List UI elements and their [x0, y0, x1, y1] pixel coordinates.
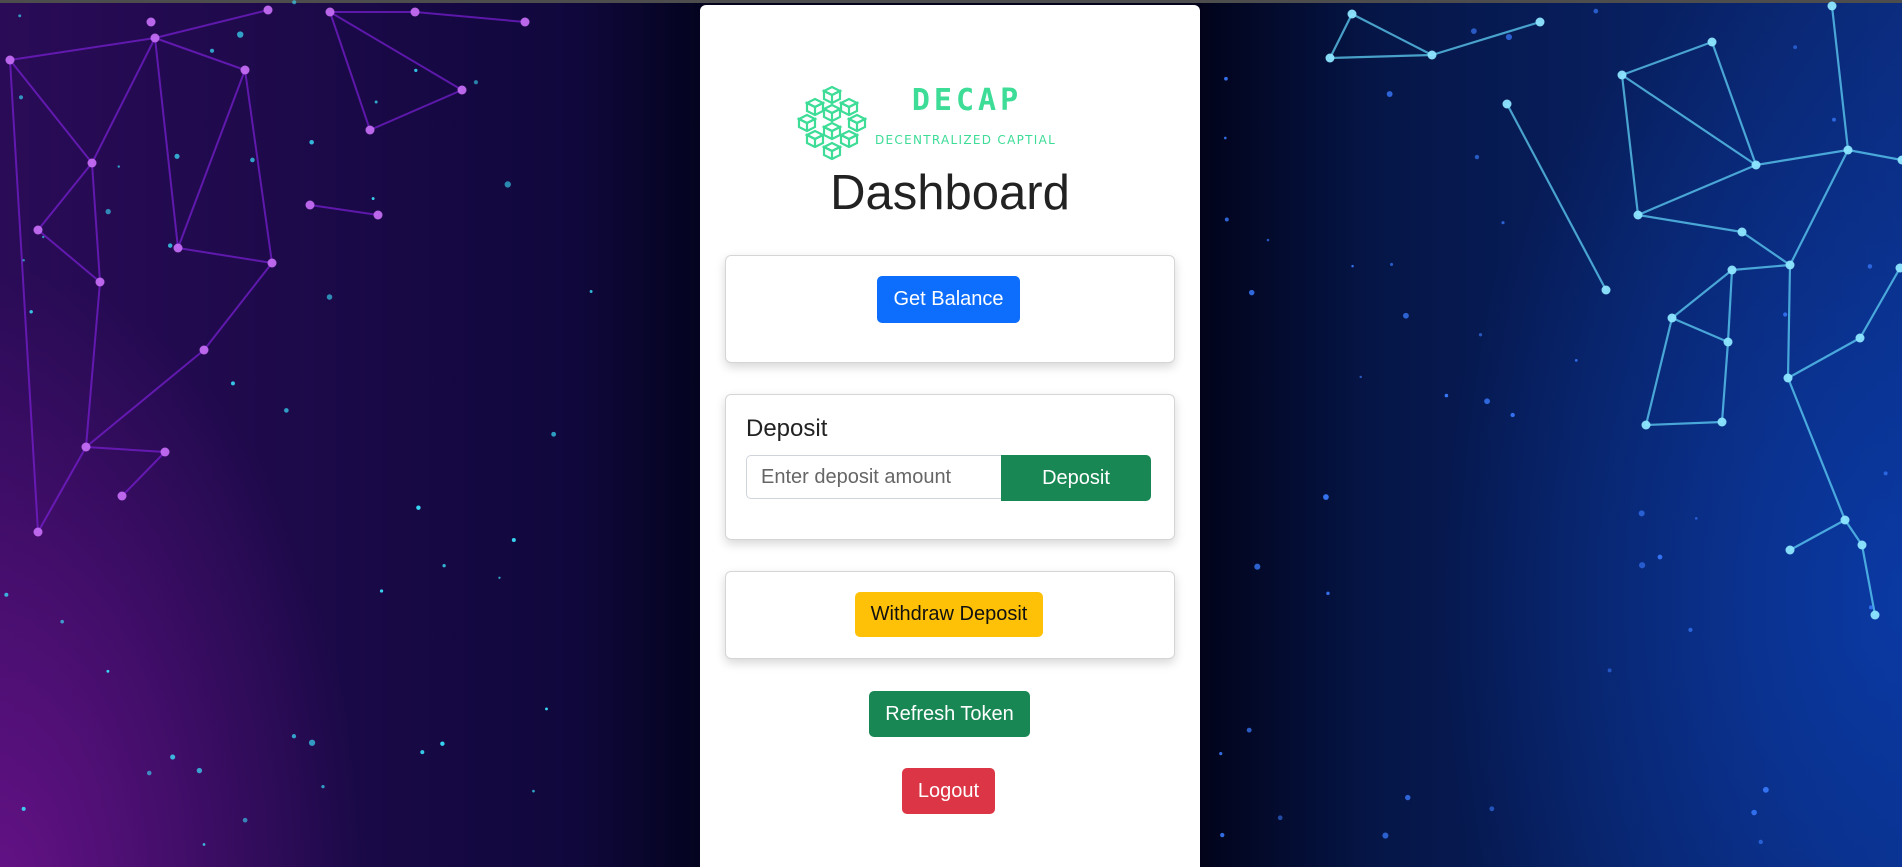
page-title: Dashboard [830, 166, 1070, 220]
logout-button[interactable]: Logout [902, 768, 995, 814]
brand-name: DECAP [911, 83, 1023, 118]
get-balance-button[interactable]: Get Balance [877, 276, 1020, 323]
deposit-button[interactable]: Deposit [1001, 455, 1151, 501]
deposit-amount-input[interactable] [746, 455, 1002, 499]
brand-logo: DECAP DECENTRALIZED CAPTIAL [795, 83, 1115, 163]
withdraw-deposit-button[interactable]: Withdraw Deposit [855, 592, 1043, 637]
brand-tagline: DECENTRALIZED CAPTIAL [875, 133, 1057, 147]
dashboard-panel: DECAP DECENTRALIZED CAPTIAL Dashboard Ge… [700, 5, 1200, 867]
withdraw-card: Withdraw Deposit [725, 571, 1175, 659]
refresh-token-button[interactable]: Refresh Token [869, 691, 1030, 737]
deposit-heading: Deposit [746, 415, 828, 442]
deposit-card: Deposit Deposit [725, 394, 1175, 540]
balance-card: Get Balance [725, 255, 1175, 363]
hexagonal-cubes-icon [796, 85, 868, 161]
